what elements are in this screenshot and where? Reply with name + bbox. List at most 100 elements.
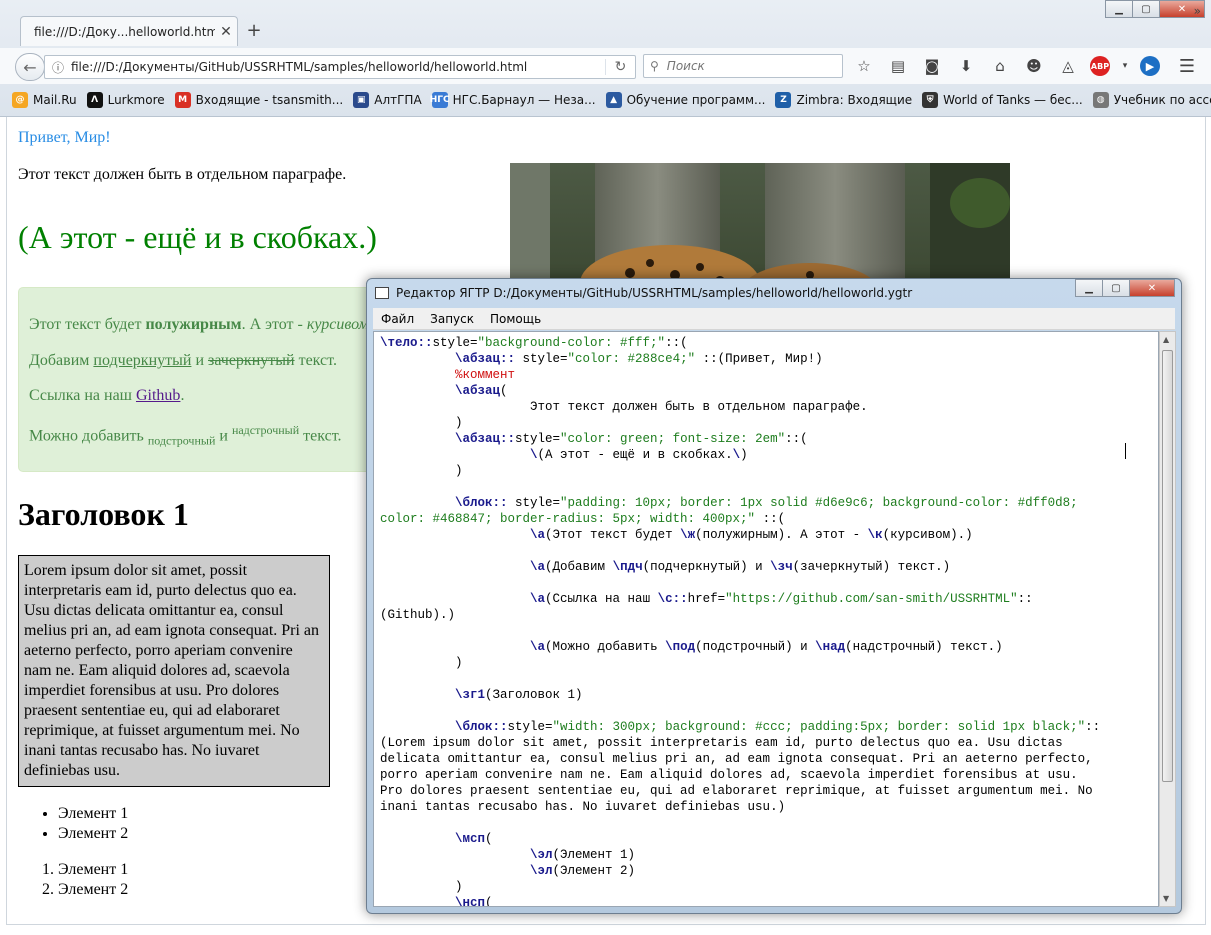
- box-line-underline-strike: Добавим подчеркнутый и зачеркнутый текст…: [29, 352, 337, 369]
- gmail-icon: M: [174, 92, 191, 108]
- vertical-scrollbar[interactable]: ▲ ▼: [1159, 331, 1176, 907]
- bookmark-item[interactable]: Λ Lurkmore: [86, 92, 165, 108]
- bookmark-item[interactable]: ▣ АлтГПА: [353, 92, 422, 108]
- maximize-icon[interactable]: ▢: [1102, 279, 1130, 297]
- url-text[interactable]: file:///D:/Документы/GitHub/USSRHTML/sam…: [71, 60, 605, 74]
- ngs-icon: НГС: [430, 92, 450, 108]
- list-item: Элемент 1: [58, 860, 128, 880]
- bookmark-item[interactable]: Z Zimbra: Входящие: [775, 92, 912, 108]
- adblock-menu-icon[interactable]: ▾: [1120, 56, 1130, 76]
- info-icon[interactable]: ⓘ: [45, 59, 71, 76]
- code-text[interactable]: \тело::style="background-color: #fff;"::…: [374, 332, 1158, 907]
- hamburger-menu-icon[interactable]: ☰: [1179, 56, 1195, 77]
- close-window-icon[interactable]: ✕: [1129, 279, 1175, 297]
- browser-chrome: file:///D:/Доку...helloworld.html ✕ + ▁ …: [0, 0, 1211, 117]
- chat-icon[interactable]: ☻: [1022, 56, 1046, 76]
- bold-text: полужирным: [145, 316, 242, 333]
- search-box[interactable]: ⚲: [643, 54, 843, 78]
- reload-icon[interactable]: ↻: [605, 59, 635, 75]
- editor-menu-bar: Файл Запуск Помощь: [373, 308, 1175, 330]
- code-line: ): [380, 656, 463, 670]
- list-item: Элемент 2: [58, 824, 128, 844]
- search-icon: ⚲: [650, 59, 659, 73]
- globe-icon: ◍: [1092, 92, 1109, 108]
- download-icon[interactable]: ⬇: [954, 56, 978, 76]
- bookmark-item[interactable]: M Входящие - tsansmith...: [174, 92, 344, 108]
- code-line: \а(Этот текст будет \ж(полужирным). А эт…: [530, 528, 973, 542]
- code-line: inani tantas recusabo has. No iuvaret de…: [380, 800, 786, 814]
- lurkmore-icon: Λ: [86, 92, 103, 108]
- code-line: \блок::style="width: 300px; background: …: [455, 720, 1101, 734]
- bookmark-label: Mail.Ru: [33, 93, 77, 107]
- maximize-icon[interactable]: ▢: [1132, 0, 1160, 18]
- bookmark-label: Обучение программ...: [626, 93, 766, 107]
- bulleted-list: Элемент 1 Элемент 2: [18, 804, 128, 844]
- pocket-icon[interactable]: ◙: [920, 56, 944, 76]
- minimize-icon[interactable]: ▁: [1075, 279, 1103, 297]
- bookmark-item[interactable]: НГС НГС.Барнаул — Неза...: [430, 92, 596, 108]
- code-line: \нсп(: [455, 896, 493, 907]
- strikethrough-text: зачеркнутый: [208, 352, 295, 369]
- bookmark-label: Учебник по ассембле...: [1113, 93, 1211, 107]
- bookmark-item[interactable]: @ Mail.Ru: [12, 92, 77, 108]
- reading-list-icon[interactable]: ▤: [886, 56, 910, 76]
- list-item: Элемент 2: [58, 880, 128, 900]
- bookmarks-more-icon[interactable]: »: [1194, 4, 1201, 18]
- code-editor[interactable]: \тело::style="background-color: #fff;"::…: [373, 331, 1159, 907]
- paragraph-separate: Этот текст должен быть в отдельном параг…: [18, 166, 347, 183]
- box-line-bold-italic: Этот текст будет полужирным. А этот - ку…: [29, 316, 369, 333]
- app-window-icon: [375, 287, 389, 299]
- code-line: \а(Добавим \пдч(подчеркнутый) и \зч(заче…: [530, 560, 951, 574]
- close-tab-icon[interactable]: ✕: [215, 24, 237, 40]
- bookmarks-toolbar: @ Mail.Ru Λ Lurkmore M Входящие - tsansmith..…: [0, 87, 1211, 113]
- github-link[interactable]: Github: [136, 387, 180, 404]
- menu-file[interactable]: Файл: [381, 312, 414, 326]
- code-line: \эл(Элемент 1): [530, 848, 636, 862]
- code-line: (Github).): [380, 608, 456, 622]
- extension-icon[interactable]: ▶: [1140, 56, 1160, 76]
- editor-window-controls: ▁ ▢ ✕: [1075, 279, 1175, 297]
- bookmark-item[interactable]: ◍ Учебник по ассембле...: [1092, 92, 1211, 108]
- search-input[interactable]: [664, 58, 825, 74]
- subscript-text: подстрочный: [147, 433, 216, 448]
- lorem-block: Lorem ipsum dolor sit amet, possit inter…: [18, 555, 330, 787]
- bookmark-label: НГС.Барнаул — Неза...: [452, 93, 596, 107]
- menu-run[interactable]: Запуск: [430, 312, 474, 326]
- underlined-text: подчеркнутый: [93, 352, 192, 369]
- code-line: \(А этот - ещё и в скобках.\): [530, 448, 748, 462]
- adblock-icon[interactable]: ABP: [1090, 56, 1110, 76]
- scroll-up-icon[interactable]: ▲: [1163, 335, 1169, 344]
- code-line: \абзац::style="color: green; font-size: …: [455, 432, 808, 446]
- code-line: Этот текст должен быть в отдельном параг…: [380, 400, 868, 414]
- code-line: \мсп(: [455, 832, 493, 846]
- home-icon[interactable]: ⌂: [988, 56, 1012, 76]
- editor-title-bar[interactable]: Редактор ЯГТР D:/Документы/GitHub/USSRHT…: [375, 286, 912, 300]
- bookmark-item[interactable]: ▲ Обучение программ...: [605, 92, 766, 108]
- back-arrow-icon[interactable]: ←: [15, 53, 45, 81]
- minimize-icon[interactable]: ▁: [1105, 0, 1133, 18]
- address-bar[interactable]: ⓘ file:///D:/Документы/GitHub/USSRHTML/s…: [44, 55, 636, 79]
- box-line-sub-sup: Можно добавить подстрочный и надстрочный…: [29, 423, 342, 448]
- tab-title: file:///D:/Доку...helloworld.html: [34, 24, 215, 39]
- bookmark-label: Входящие - tsansmith...: [195, 93, 344, 107]
- bookmark-star-icon[interactable]: ☆: [852, 56, 876, 76]
- code-line: %коммент: [455, 368, 516, 382]
- navigation-bar: ← ⓘ file:///D:/Документы/GitHub/USSRHTML…: [0, 48, 1211, 84]
- sync-icon[interactable]: ◬: [1056, 56, 1080, 76]
- code-line: \блок:: style="padding: 10px; border: 1p…: [455, 496, 1078, 510]
- menu-help[interactable]: Помощь: [490, 312, 541, 326]
- bookmark-label: АлтГПА: [374, 93, 422, 107]
- browser-tab[interactable]: file:///D:/Доку...helloworld.html ✕: [20, 16, 238, 46]
- scrollbar-thumb[interactable]: [1162, 350, 1173, 782]
- code-line: ): [380, 464, 463, 478]
- bookmark-item[interactable]: ⛨ World of Tanks — бес...: [922, 92, 1083, 108]
- new-tab-button[interactable]: +: [244, 20, 264, 41]
- text-caret: [1125, 443, 1126, 459]
- scroll-down-icon[interactable]: ▼: [1163, 894, 1169, 903]
